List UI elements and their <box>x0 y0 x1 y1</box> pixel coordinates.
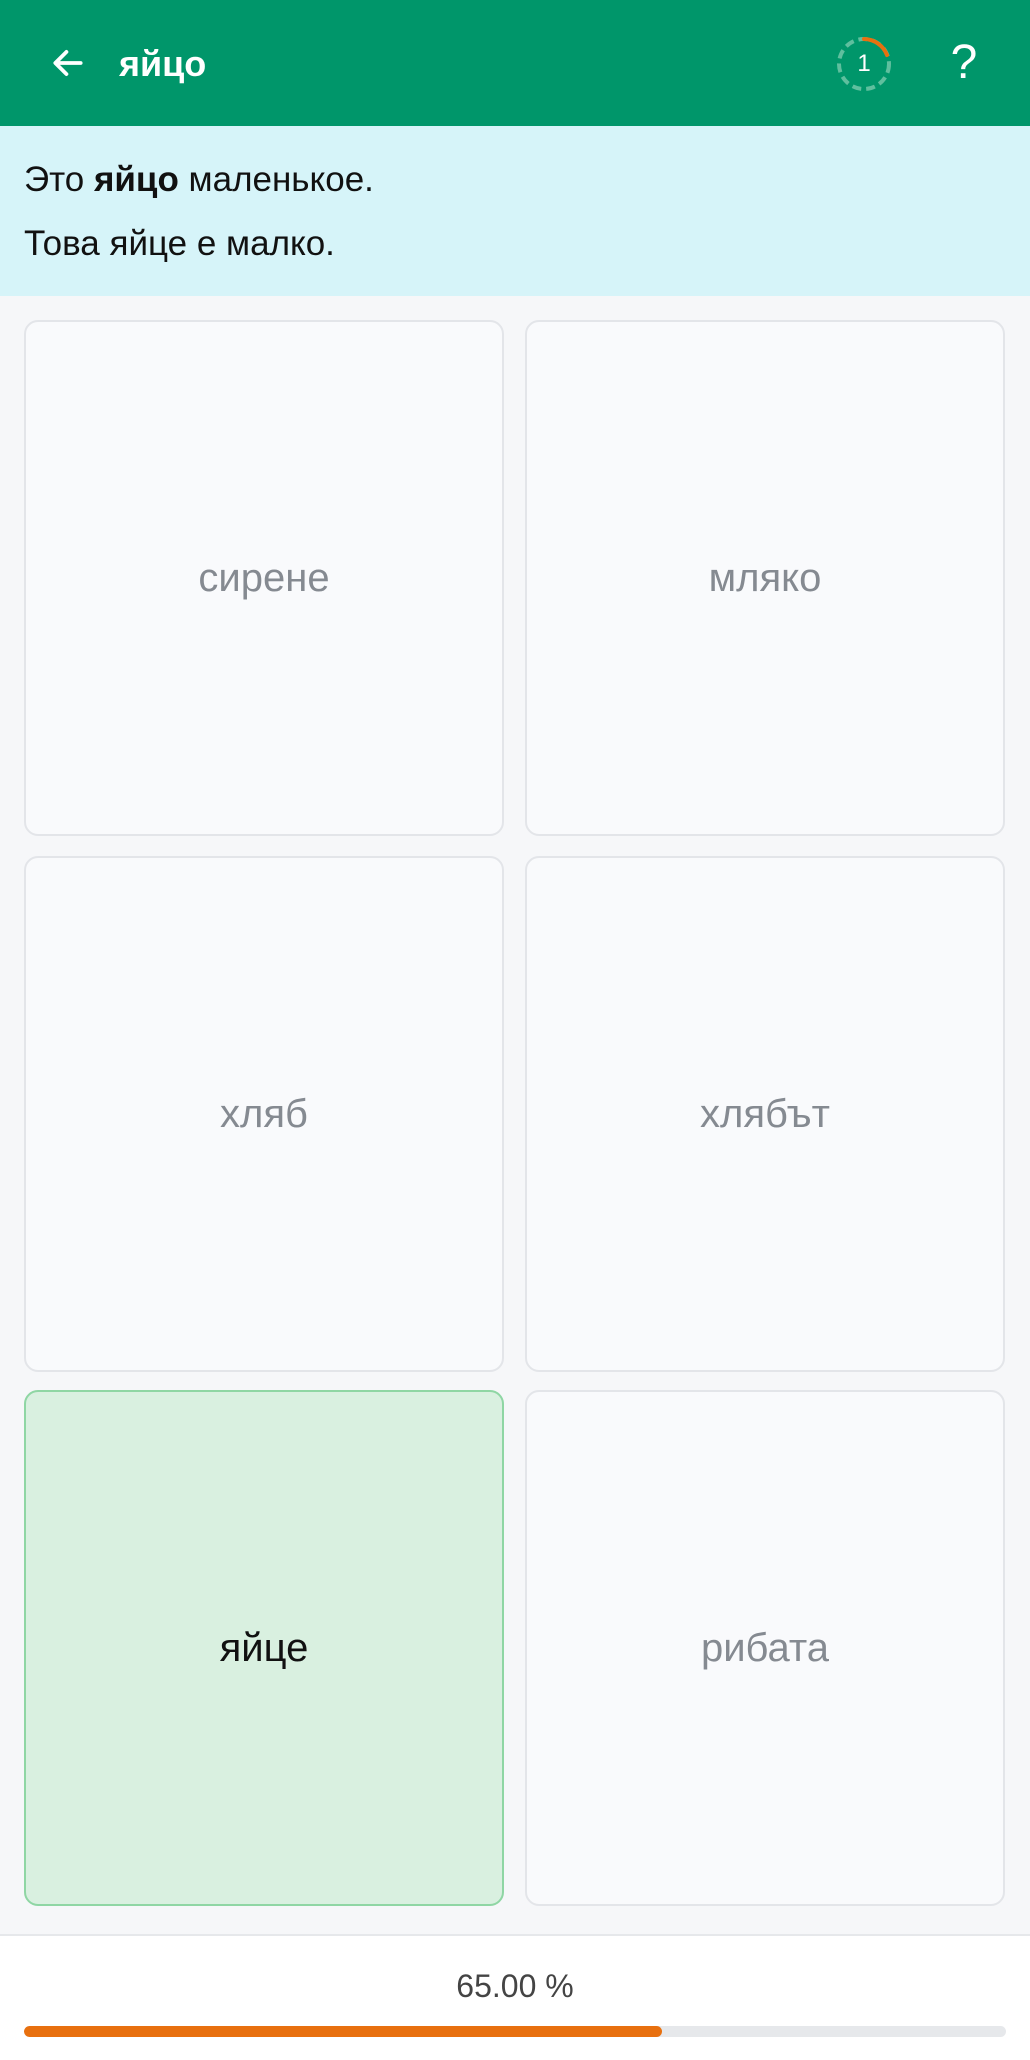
option-card[interactable]: хляб <box>24 856 504 1372</box>
option-label: хлябът <box>700 1091 830 1136</box>
progress-track <box>24 2026 1006 2037</box>
option-card[interactable]: мляко <box>525 320 1005 836</box>
sentence-russian: Это яйцо маленькое. <box>24 158 374 202</box>
option-card[interactable]: рибата <box>525 1390 1005 1906</box>
option-card[interactable]: сирене <box>24 320 504 836</box>
option-label: яйце <box>219 1625 309 1670</box>
review-count: 1 <box>857 50 871 77</box>
progress-footer: 65.00 % <box>0 1934 1030 2060</box>
review-counter[interactable]: 1 <box>835 35 893 93</box>
sentence-ru-keyword: яйцо <box>93 160 179 199</box>
option-label: сирене <box>198 555 330 600</box>
sentence-ru-after: маленькое. <box>178 160 374 199</box>
option-label: рибата <box>700 1625 830 1670</box>
sentence-ru-before: Это <box>24 160 94 199</box>
progress-fill <box>24 2026 663 2037</box>
answer-grid: сирене мляко хляб хлябът яйце рибата <box>0 296 1030 1936</box>
help-button[interactable]: ? <box>940 30 988 96</box>
option-label: хляб <box>220 1091 308 1136</box>
option-card[interactable]: яйце <box>24 1390 504 1906</box>
option-label: мляко <box>708 555 822 600</box>
arrow-left-icon <box>53 50 83 76</box>
sentence-bulgarian: Това яйце е малко. <box>24 224 335 263</box>
option-card[interactable]: хлябът <box>525 856 1005 1372</box>
progress-percent: 65.00 % <box>456 1968 574 2004</box>
page-title: яйцо <box>119 43 207 84</box>
back-button[interactable] <box>44 39 92 87</box>
sentence-panel: Это яйцо маленькое. Това яйце е малко. <box>0 126 1030 296</box>
top-app-bar: яйцо 1 ? <box>0 0 1030 126</box>
